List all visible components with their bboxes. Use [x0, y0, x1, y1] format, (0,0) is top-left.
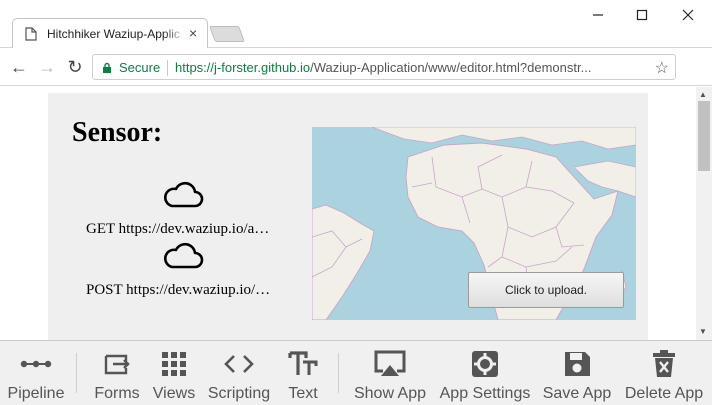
show-app-button[interactable]: Show App — [350, 341, 430, 405]
delete-app-icon — [620, 349, 708, 379]
reload-icon[interactable]: ↻ — [64, 56, 86, 78]
forms-button[interactable]: Forms — [90, 341, 144, 405]
secure-label: Secure — [119, 60, 161, 75]
url-host: j-forster.github.io — [214, 60, 311, 75]
forward-icon[interactable]: → — [36, 56, 58, 78]
toolbar-divider — [338, 353, 339, 393]
url-text[interactable]: https://j-forster.github.io/Waziup-Appli… — [175, 60, 647, 75]
app-settings-button[interactable]: App Settings — [436, 341, 534, 405]
toolbar-label: Show App — [353, 385, 427, 402]
vertical-scrollbar[interactable]: ▲ ▼ — [696, 87, 712, 340]
address-bar[interactable]: Secure https://j-forster.github.io/Waziu… — [92, 54, 676, 80]
pipeline-button[interactable]: Pipeline — [2, 341, 70, 405]
toolbar-label: Views — [152, 385, 196, 402]
text-button[interactable]: Text — [280, 341, 326, 405]
browser-titlebar: Hitchhiker Waziup-Applic × — [0, 0, 712, 48]
scroll-up-arrow-icon[interactable]: ▲ — [699, 90, 707, 99]
app-toolbar: Pipeline Forms Views Scripting Text Show… — [0, 340, 712, 405]
toolbar-label: Pipeline — [7, 385, 65, 402]
pipeline-icon — [2, 349, 70, 379]
save-app-icon — [540, 349, 614, 379]
maximize-icon[interactable] — [620, 4, 664, 26]
page-icon — [25, 27, 37, 46]
text-icon — [280, 349, 326, 379]
forms-icon — [90, 349, 144, 379]
browser-tab[interactable]: Hitchhiker Waziup-Applic × — [12, 18, 208, 48]
toolbar-label: App Settings — [439, 385, 531, 402]
scroll-thumb[interactable] — [698, 101, 710, 171]
url-scheme: https:// — [175, 60, 215, 75]
toolbar-divider — [76, 353, 77, 393]
toolbar-label: Delete App — [624, 385, 704, 402]
toolbar-label: Save App — [542, 385, 612, 402]
new-tab-button[interactable] — [209, 26, 245, 42]
toolbar-label: Scripting — [207, 385, 271, 402]
post-request-label: POST https://dev.waziup.io/… — [86, 282, 271, 298]
show-app-icon — [350, 349, 430, 379]
tab-title-fade — [163, 23, 187, 45]
cloud-icon — [162, 240, 204, 275]
views-button[interactable]: Views — [148, 341, 200, 405]
map-view[interactable]: Click to upload. — [312, 127, 636, 320]
back-icon[interactable]: ← — [8, 56, 30, 78]
scroll-down-arrow-icon[interactable]: ▼ — [699, 327, 707, 336]
scripting-button[interactable]: Scripting — [204, 341, 274, 405]
close-window-icon[interactable] — [666, 4, 710, 26]
upload-button[interactable]: Click to upload. — [468, 272, 624, 308]
views-icon — [148, 349, 200, 379]
lock-icon — [102, 61, 112, 79]
scripting-icon — [204, 349, 274, 379]
get-request-label: GET https://dev.waziup.io/a… — [86, 221, 270, 237]
cloud-icon — [162, 179, 204, 214]
toolbar-label: Text — [288, 385, 318, 402]
browser-toolbar: ← → ↻ Secure https://j-forster.github.io… — [0, 48, 712, 123]
url-path: /Waziup-Application/www/editor.html?demo… — [310, 60, 592, 75]
bookmark-star-icon[interactable]: ☆ — [655, 58, 669, 78]
sensor-title: Sensor: — [72, 117, 163, 148]
app-settings-icon — [436, 349, 534, 379]
toolbar-label: Forms — [94, 385, 140, 402]
delete-app-button[interactable]: Delete App — [620, 341, 708, 405]
sensor-panel: Sensor: GET https://dev.waziup.io/a… POS… — [48, 93, 648, 340]
minimize-icon[interactable] — [576, 4, 620, 26]
save-app-button[interactable]: Save App — [540, 341, 614, 405]
page-viewport: Sensor: GET https://dev.waziup.io/a… POS… — [0, 87, 696, 340]
tab-close-icon[interactable]: × — [189, 25, 197, 41]
address-separator — [167, 60, 168, 76]
